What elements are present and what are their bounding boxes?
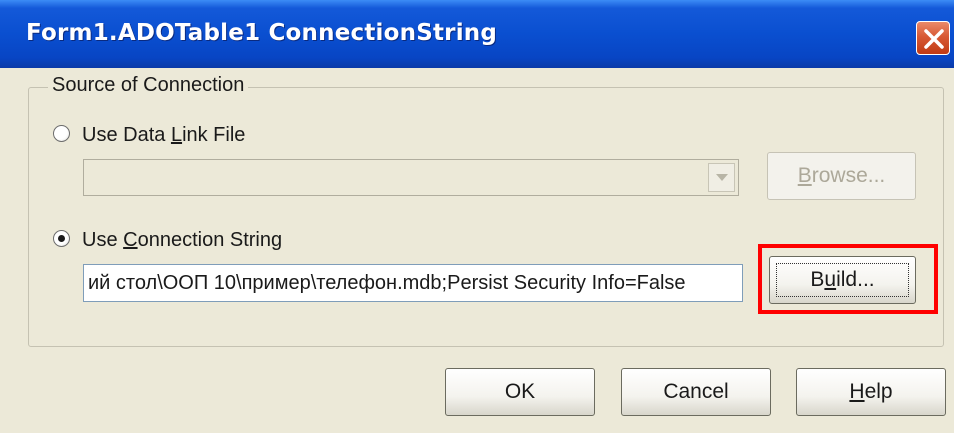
- ok-button[interactable]: OK: [445, 368, 595, 416]
- title-bar[interactable]: Form1.ADOTable1 ConnectionString: [0, 0, 954, 68]
- connection-string-input[interactable]: [88, 269, 738, 297]
- cancel-button[interactable]: Cancel: [621, 368, 771, 416]
- dialog-body: Source of Connection Use Data Link File …: [0, 68, 954, 433]
- close-button[interactable]: [916, 21, 950, 55]
- radio-selected-dot: [58, 235, 65, 242]
- window-title: Form1.ADOTable1 ConnectionString: [26, 20, 498, 46]
- data-link-file-combo[interactable]: [83, 159, 739, 196]
- radio-connection-string[interactable]: [53, 230, 70, 247]
- group-legend: Source of Connection: [48, 74, 249, 97]
- build-button-highlight: [758, 244, 938, 314]
- combo-dropdown-button[interactable]: [708, 163, 735, 192]
- close-icon: [924, 29, 944, 49]
- label-connection-string[interactable]: Use Connection String: [82, 229, 282, 252]
- browse-button[interactable]: Browse...: [767, 152, 916, 200]
- radio-data-link-file[interactable]: [53, 125, 70, 142]
- help-button[interactable]: Help: [796, 368, 946, 416]
- label-data-link-file[interactable]: Use Data Link File: [82, 124, 245, 147]
- connection-string-field[interactable]: [83, 264, 743, 302]
- chevron-down-icon: [716, 174, 728, 181]
